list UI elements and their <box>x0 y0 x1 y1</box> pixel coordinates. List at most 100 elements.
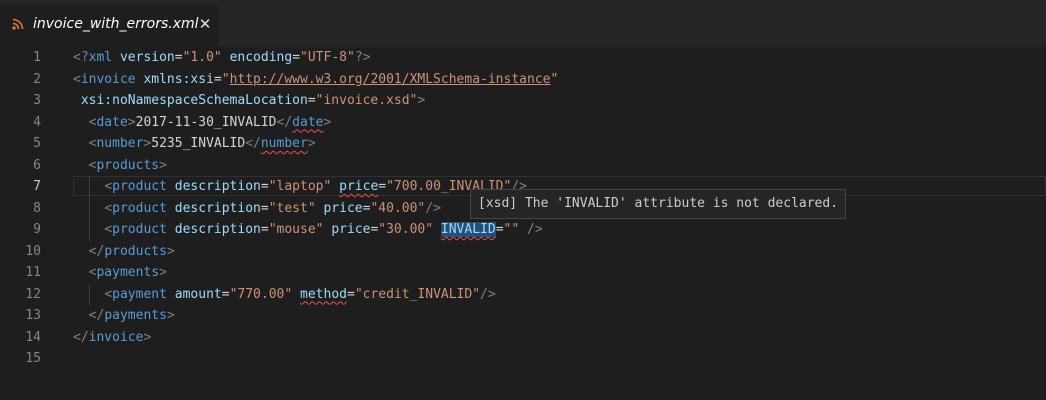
code-token: < <box>104 200 113 216</box>
code-line[interactable]: 1 <?xml version="1.0" encoding="UTF-8"?> <box>0 47 1046 69</box>
code-token: = <box>260 200 269 216</box>
code-token: = <box>346 286 355 302</box>
code-token: price <box>331 222 371 237</box>
code-line[interactable]: 13 </payments> <box>0 305 1046 327</box>
code-token: version <box>119 50 175 65</box>
code-token: ?> <box>354 50 371 65</box>
code-token: > <box>127 114 136 130</box>
code-token: "mouse" <box>268 222 324 237</box>
code-token: date <box>96 114 128 130</box>
code-token: = <box>378 179 387 194</box>
code-line[interactable]: 4 <date>2017-11-30_INVALID</date> <box>0 112 1046 134</box>
code-token: xmlns:xsi <box>143 71 214 87</box>
code-line[interactable]: 15 <box>0 348 1046 370</box>
code-token: "invoice.xsd" <box>315 93 418 108</box>
code-token: = <box>174 50 183 65</box>
code-token: = <box>213 71 222 87</box>
code-token: number <box>260 136 308 151</box>
line-number: 13 <box>25 308 41 323</box>
code-token: = <box>260 222 269 237</box>
code-token: > <box>159 157 167 173</box>
line-number: 14 <box>25 329 41 345</box>
code-text: </invoice> <box>73 327 151 349</box>
code-token: price <box>323 200 363 216</box>
diagnostic-hover-tooltip: [xsd] The 'INVALID' attribute is not dec… <box>470 189 847 219</box>
code-token: = <box>260 179 269 194</box>
code-token: payments <box>96 265 160 280</box>
code-text: </payments> <box>73 305 175 327</box>
code-token: product <box>112 200 167 216</box>
code-token: number <box>96 136 144 151</box>
code-token: "30.00" <box>378 222 434 237</box>
code-token: description <box>174 200 261 216</box>
code-token: xml <box>88 50 113 65</box>
code-token: amount <box>174 286 222 302</box>
rss-feed-icon <box>12 18 24 30</box>
code-token: </ <box>88 243 105 259</box>
line-number: 9 <box>33 222 41 237</box>
code-text: xsi:noNamespaceSchemaLocation="invoice.x… <box>73 90 425 112</box>
code-token: http://www.w3.org/2001/XMLSchema-instanc… <box>229 71 551 87</box>
line-number: 8 <box>33 200 41 216</box>
code-token: "test" <box>268 200 316 216</box>
code-token: description <box>174 179 261 194</box>
code-token: /> <box>425 200 441 216</box>
code-token: < <box>73 71 81 87</box>
tab-invoice-with-errors[interactable]: invoice_with_errors.xml ✕ <box>0 5 219 47</box>
code-token: /> <box>527 222 543 237</box>
line-number: 3 <box>33 93 41 108</box>
code-line[interactable]: 11 <payments> <box>0 262 1046 284</box>
code-text: <payment amount="770.00" method="credit_… <box>73 284 495 306</box>
code-token: = <box>307 93 316 108</box>
code-token: product <box>112 179 167 194</box>
code-token: </ <box>245 136 261 151</box>
code-text: <product description="test" price="40.00… <box>73 198 441 220</box>
code-token: "" <box>503 222 520 237</box>
code-token: "UTF-8" <box>300 50 355 65</box>
code-token: > <box>166 308 175 323</box>
code-text: <payments> <box>73 262 167 284</box>
code-token: "laptop" <box>268 179 332 194</box>
code-line[interactable]: 14 </invoice> <box>0 327 1046 349</box>
code-token: > <box>166 243 175 259</box>
line-number: 6 <box>33 157 41 173</box>
code-token: method <box>300 286 347 302</box>
close-icon[interactable]: ✕ <box>196 15 214 33</box>
code-token: > <box>323 114 332 130</box>
code-line[interactable]: 2 <invoice xmlns:xsi="http://www.w3.org/2… <box>0 69 1046 91</box>
code-token: < <box>104 222 113 237</box>
code-token: INVALID <box>440 222 496 237</box>
line-number: 2 <box>33 71 41 87</box>
code-token: </ <box>276 114 293 130</box>
code-token: products <box>96 157 160 173</box>
code-line[interactable]: 10 </products> <box>0 241 1046 263</box>
code-text: <invoice xmlns:xsi="http://www.w3.org/20… <box>73 69 558 91</box>
tab-bar: invoice_with_errors.xml ✕ <box>0 0 1046 47</box>
code-line[interactable]: 5 <number>5235_INVALID</number> <box>0 133 1046 155</box>
line-number: 5 <box>33 136 41 151</box>
line-number: 1 <box>33 50 41 65</box>
code-line[interactable]: 12 <payment amount="770.00" method="cred… <box>0 283 1046 306</box>
code-line[interactable]: 9 <product description="mouse" price="30… <box>0 219 1046 241</box>
tab-title: invoice_with_errors.xml <box>33 16 199 32</box>
line-number: 10 <box>25 243 41 259</box>
code-editor[interactable]: 1 <?xml version="1.0" encoding="UTF-8"?> 2… <box>0 47 1046 400</box>
code-token: xsi:noNamespaceSchemaLocation <box>73 93 308 108</box>
code-line[interactable]: 3 xsi:noNamespaceSchemaLocation="invoice… <box>0 90 1046 112</box>
code-line[interactable]: 6 <products> <box>0 155 1046 177</box>
